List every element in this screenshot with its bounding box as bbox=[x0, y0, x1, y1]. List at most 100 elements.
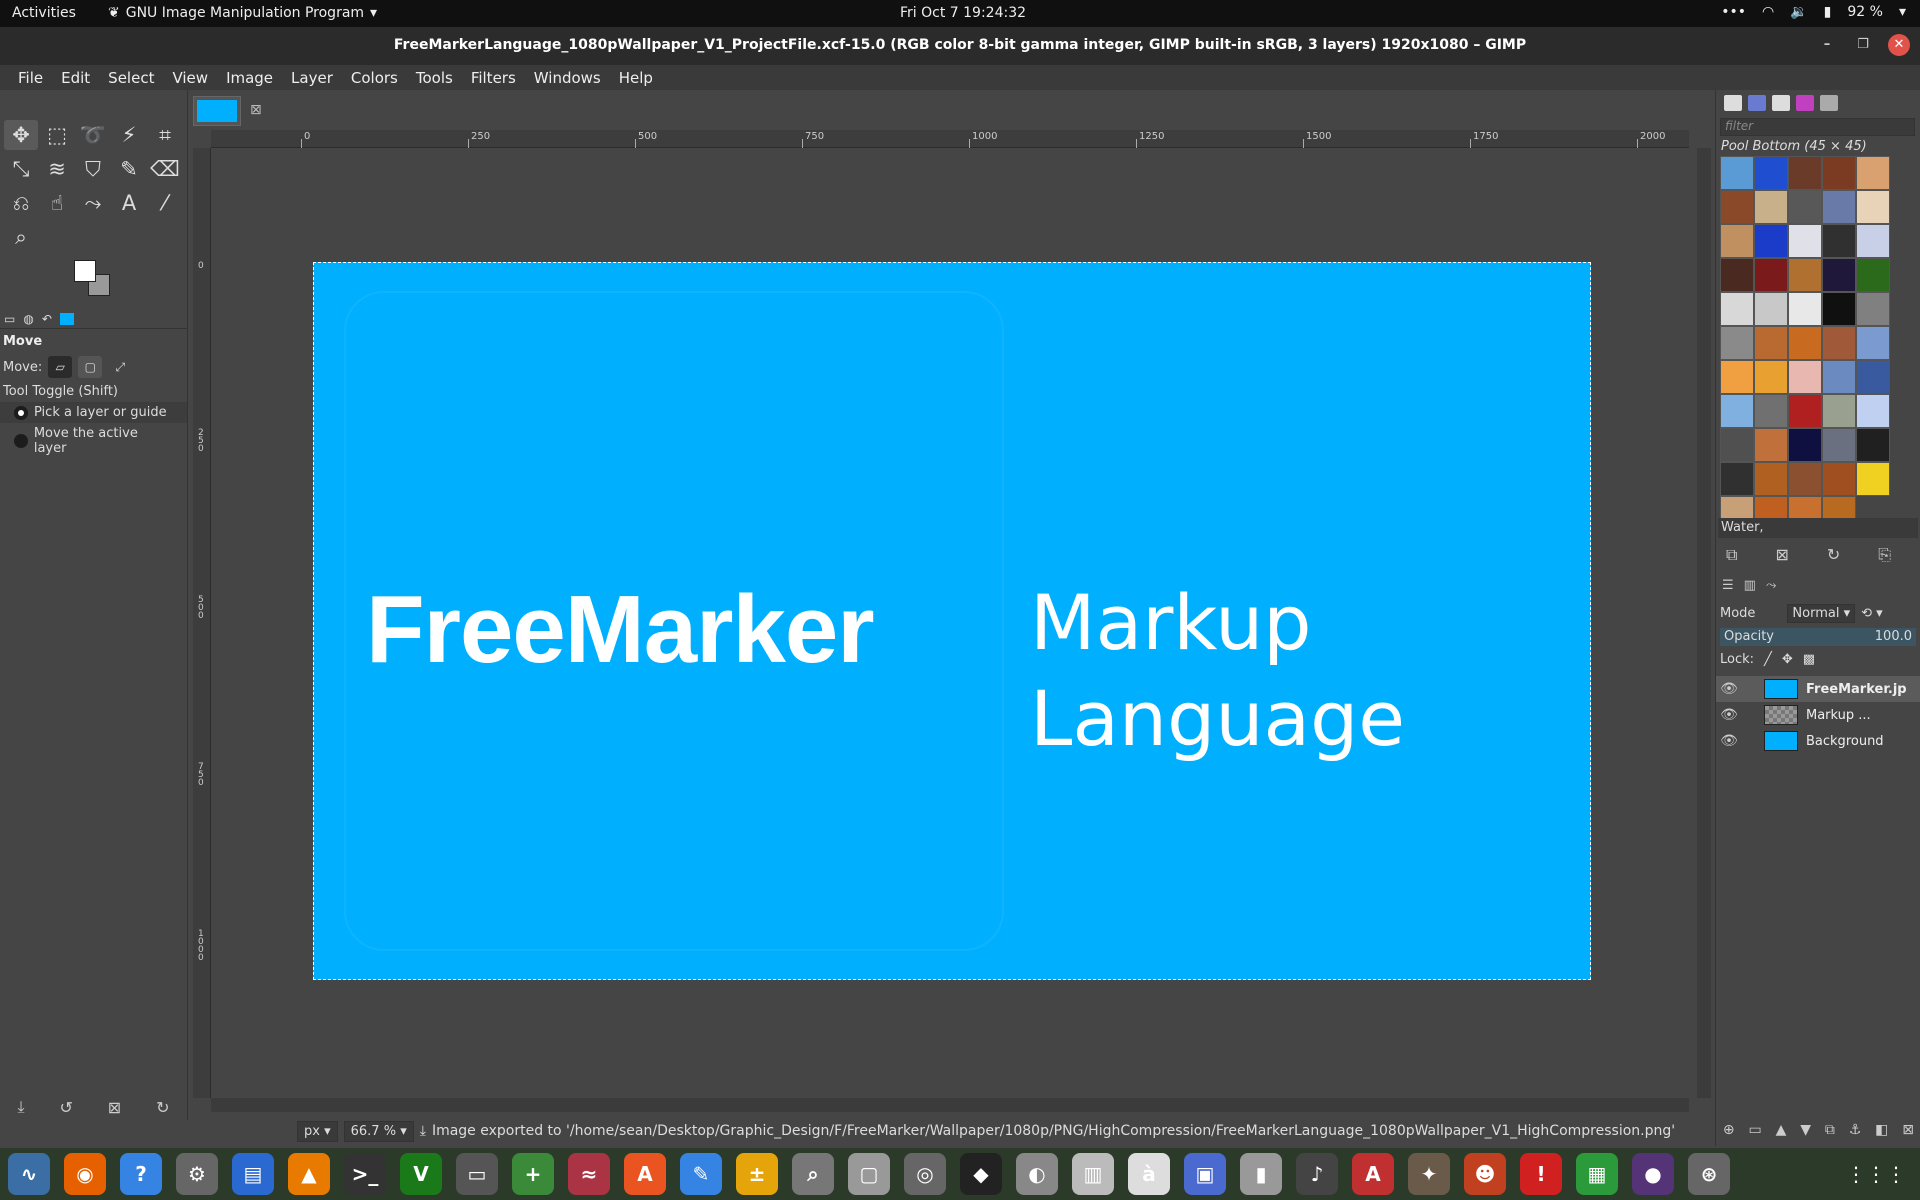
pattern-swatch[interactable] bbox=[1720, 156, 1754, 190]
pattern-swatch[interactable] bbox=[1754, 462, 1788, 496]
visibility-eye-icon[interactable]: 👁 bbox=[1716, 681, 1742, 697]
image-tab[interactable] bbox=[193, 96, 241, 126]
color-picker-icon[interactable]: ⁄ bbox=[148, 188, 182, 218]
gradients-tab-icon[interactable] bbox=[1796, 95, 1814, 111]
pattern-swatch[interactable] bbox=[1822, 462, 1856, 496]
restore-options-icon[interactable]: ↺ bbox=[59, 1098, 72, 1117]
duplicate-pattern-icon[interactable]: ⧉ bbox=[1726, 545, 1737, 565]
clone-icon[interactable]: ⎌ bbox=[4, 188, 38, 218]
pattern-swatch[interactable] bbox=[1788, 156, 1822, 190]
channels-tab-icon[interactable]: ▥ bbox=[1744, 578, 1756, 593]
eraser-icon[interactable]: ⌫ bbox=[148, 154, 182, 184]
plus-app-icon[interactable]: + bbox=[512, 1153, 554, 1195]
paths-icon[interactable]: ⤳ bbox=[76, 188, 110, 218]
writer-icon[interactable]: ▤ bbox=[232, 1153, 274, 1195]
layer-row[interactable]: 👁 Markup ... bbox=[1716, 702, 1920, 728]
pattern-swatch[interactable] bbox=[1754, 326, 1788, 360]
text-icon[interactable]: A bbox=[112, 188, 146, 218]
unit-select[interactable]: px ▾ bbox=[297, 1120, 338, 1142]
paths-tab-icon[interactable]: ⤳ bbox=[1766, 578, 1776, 593]
open-pattern-icon[interactable]: ⎘ bbox=[1878, 545, 1891, 565]
pattern-swatch[interactable] bbox=[1856, 190, 1890, 224]
vertical-scrollbar[interactable] bbox=[1697, 148, 1711, 1098]
layer-row[interactable]: 👁 FreeMarker.jp bbox=[1716, 676, 1920, 702]
menu-tools[interactable]: Tools bbox=[406, 69, 461, 87]
lock-alpha-icon[interactable]: ▩ bbox=[1803, 652, 1815, 667]
mask-layer-icon[interactable]: ◧ bbox=[1875, 1122, 1888, 1138]
mode-select[interactable]: Normal ▾ bbox=[1787, 604, 1856, 623]
menu-filters[interactable]: Filters bbox=[461, 69, 524, 87]
alert-icon[interactable]: ! bbox=[1520, 1153, 1562, 1195]
pattern-swatch[interactable] bbox=[1856, 156, 1890, 190]
settings-icon[interactable]: ⚙ bbox=[176, 1153, 218, 1195]
reset-options-icon[interactable]: ↻ bbox=[156, 1098, 169, 1117]
remote-icon[interactable]: ▭ bbox=[456, 1153, 498, 1195]
menu-select[interactable]: Select bbox=[98, 69, 162, 87]
menu-image[interactable]: Image bbox=[216, 69, 281, 87]
menu-colors[interactable]: Colors bbox=[341, 69, 406, 87]
menu-view[interactable]: View bbox=[162, 69, 216, 87]
inkscape-icon[interactable]: ◆ bbox=[960, 1153, 1002, 1195]
vlc-icon[interactable]: ▲ bbox=[288, 1153, 330, 1195]
paintbrush-icon[interactable]: ✎ bbox=[112, 154, 146, 184]
help-icon[interactable]: ? bbox=[120, 1153, 162, 1195]
pattern-swatch[interactable] bbox=[1754, 156, 1788, 190]
zoom-icon[interactable]: ⌕ bbox=[4, 222, 38, 252]
game-icon[interactable]: ☻ bbox=[1464, 1153, 1506, 1195]
new-layer-icon[interactable]: ⊕ bbox=[1723, 1122, 1735, 1138]
lower-layer-icon[interactable]: ▼ bbox=[1800, 1122, 1811, 1138]
anchor-layer-icon[interactable]: ⚓ bbox=[1849, 1122, 1862, 1138]
fonts-tab-icon[interactable] bbox=[1772, 95, 1790, 111]
pattern-swatch[interactable] bbox=[1720, 428, 1754, 462]
pattern-swatch[interactable] bbox=[1754, 224, 1788, 258]
gimp-icon[interactable]: ✦ bbox=[1408, 1153, 1450, 1195]
pattern-swatch[interactable] bbox=[1754, 360, 1788, 394]
firefox-icon[interactable]: ◉ bbox=[64, 1153, 106, 1195]
pattern-swatch[interactable] bbox=[1788, 224, 1822, 258]
pattern-swatch[interactable] bbox=[1720, 326, 1754, 360]
more-icon[interactable]: ••• bbox=[1721, 4, 1746, 20]
software-center-icon[interactable]: A bbox=[624, 1153, 666, 1195]
visibility-eye-icon[interactable]: 👁 bbox=[1716, 733, 1742, 749]
pattern-swatch[interactable] bbox=[1788, 258, 1822, 292]
pattern-swatch[interactable] bbox=[1822, 224, 1856, 258]
obs-icon[interactable]: ● bbox=[1632, 1153, 1674, 1195]
pick-layer-option[interactable]: Pick a layer or guide bbox=[0, 402, 187, 423]
spreadsheet-icon[interactable]: ▦ bbox=[1576, 1153, 1618, 1195]
bucket-fill-icon[interactable]: ⛉ bbox=[76, 154, 110, 184]
color-swatches[interactable] bbox=[74, 260, 122, 304]
pattern-swatch[interactable] bbox=[1856, 292, 1890, 326]
pattern-swatch[interactable] bbox=[1788, 462, 1822, 496]
activities-button[interactable]: Activities bbox=[12, 5, 76, 21]
tool-options-tab-icon[interactable]: ▭ bbox=[4, 312, 15, 326]
new-group-icon[interactable]: ▭ bbox=[1749, 1122, 1762, 1138]
pattern-swatch[interactable] bbox=[1788, 326, 1822, 360]
audio-editor-icon[interactable]: ≈ bbox=[568, 1153, 610, 1195]
files-icon[interactable]: ▢ bbox=[848, 1153, 890, 1195]
menu-file[interactable]: File bbox=[8, 69, 51, 87]
warp-icon[interactable]: ≋ bbox=[40, 154, 74, 184]
pdf-icon[interactable]: A bbox=[1352, 1153, 1394, 1195]
pattern-swatch[interactable] bbox=[1822, 360, 1856, 394]
vim-icon[interactable]: V bbox=[400, 1153, 442, 1195]
pattern-swatch[interactable] bbox=[1754, 292, 1788, 326]
pattern-swatch[interactable] bbox=[1720, 190, 1754, 224]
mode-reset-icon[interactable]: ⟲ ▾ bbox=[1861, 606, 1883, 621]
pattern-swatch[interactable] bbox=[1788, 292, 1822, 326]
pattern-swatch[interactable] bbox=[1754, 190, 1788, 224]
horizontal-scrollbar[interactable] bbox=[211, 1098, 1689, 1112]
delete-layer-icon[interactable]: ⊠ bbox=[1902, 1122, 1914, 1138]
raise-layer-icon[interactable]: ▲ bbox=[1776, 1122, 1787, 1138]
brushes-tab-icon[interactable] bbox=[1724, 95, 1742, 111]
close-icon[interactable]: ⊠ bbox=[250, 102, 262, 118]
pattern-swatch[interactable] bbox=[1822, 190, 1856, 224]
layer-row[interactable]: 👁 Background bbox=[1716, 728, 1920, 754]
undo-history-tab-icon[interactable]: ↶ bbox=[42, 312, 52, 326]
palettes-tab-icon[interactable] bbox=[1820, 95, 1838, 111]
pattern-swatch[interactable] bbox=[1856, 224, 1890, 258]
free-select-icon[interactable]: ➰ bbox=[76, 120, 110, 150]
move-selection-mode-button[interactable]: ▢ bbox=[78, 356, 103, 378]
menu-help[interactable]: Help bbox=[609, 69, 661, 87]
menu-edit[interactable]: Edit bbox=[51, 69, 98, 87]
screen-icon[interactable]: ▣ bbox=[1184, 1153, 1226, 1195]
